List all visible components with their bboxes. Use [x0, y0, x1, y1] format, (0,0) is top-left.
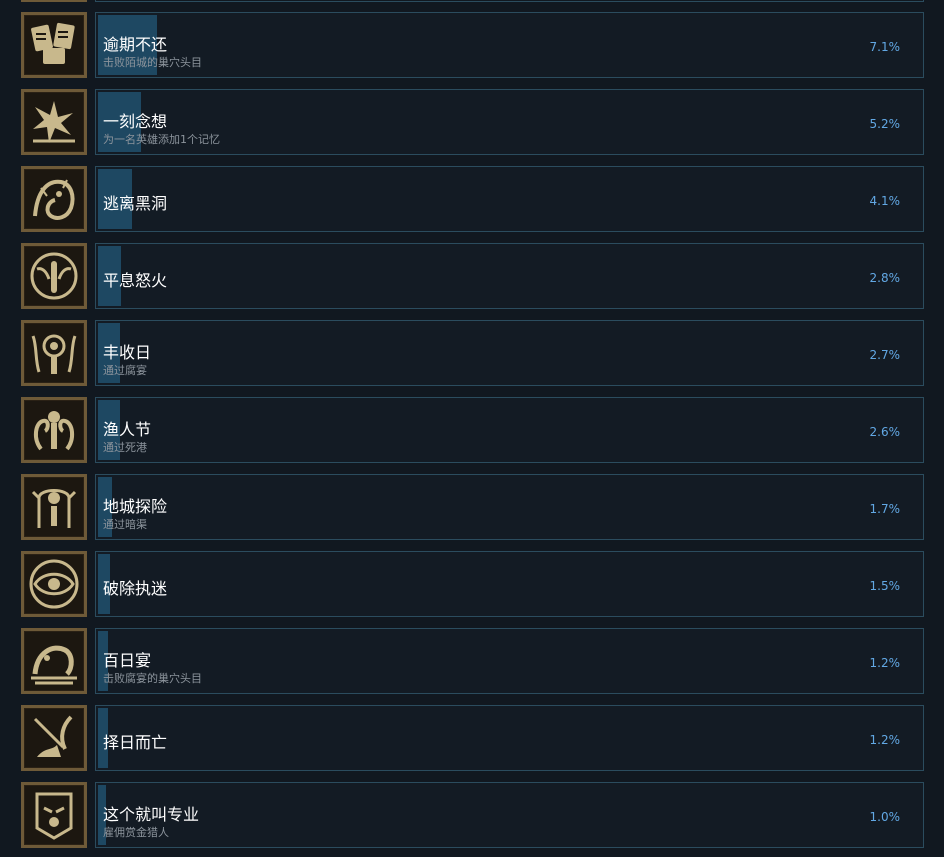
bounty-mask-icon — [35, 792, 73, 840]
achievement-icon-frame — [21, 628, 87, 694]
achievement-panel: 破除执迷 1.5% — [95, 551, 924, 617]
achievement-title: 渔人节 — [103, 420, 152, 439]
achievement-panel: 平息怒火 2.8% — [95, 243, 924, 309]
achievement-title: 择日而亡 — [103, 733, 168, 752]
achievement-description: 雇佣赏金猎人 — [103, 826, 169, 839]
achievement-panel: 百日宴击败腐宴的巢穴头目 1.2% — [95, 628, 924, 694]
memory-burst-icon — [33, 101, 75, 143]
achievement-icon-frame — [21, 243, 87, 309]
unlock-percent: 1.0% — [869, 810, 901, 824]
dungeon-totem-icon — [31, 489, 77, 528]
achievement-icon-frame — [21, 12, 87, 78]
calm-figure-icon — [30, 252, 78, 300]
unlock-percent: 4.1% — [869, 194, 901, 208]
achievement-title: 破除执迷 — [103, 579, 168, 598]
harvest-eye-icon — [31, 334, 77, 374]
achievement-description: 通过死港 — [103, 441, 147, 454]
beast-icon — [31, 645, 77, 685]
eye-icon — [29, 559, 79, 609]
achievement-description: 击败腐宴的巢穴头目 — [103, 672, 202, 685]
achievement-panel: 逃离黑洞 4.1% — [95, 166, 924, 232]
achievement-row: 百日宴击败腐宴的巢穴头目 1.2% — [0, 628, 944, 694]
achievement-row: 逃离黑洞 4.1% — [0, 166, 944, 232]
achievement-title: 地城探险 — [103, 497, 168, 516]
achievement-row: 这个就叫专业雇佣赏金猎人 1.0% — [0, 782, 944, 848]
fallen-blade-icon — [33, 715, 73, 757]
achievement-panel: 渔人节通过死港 2.6% — [95, 397, 924, 463]
unlock-percent: 2.8% — [869, 271, 901, 285]
achievement-panel: 地城探险通过暗渠 1.7% — [95, 474, 924, 540]
unlock-percent: 2.7% — [869, 348, 901, 362]
achievement-icon-frame — [21, 89, 87, 155]
previous-item-icon-edge — [21, 0, 87, 2]
monster-face-icon — [33, 179, 75, 220]
achievement-description: 为一名英雄添加1个记忆 — [103, 133, 220, 146]
achievement-icon-frame — [21, 320, 87, 386]
achievement-panel: 一刻念想为一名英雄添加1个记忆 5.2% — [95, 89, 924, 155]
achievement-description: 通过暗渠 — [103, 518, 147, 531]
achievement-row: 平息怒火 2.8% — [0, 243, 944, 309]
achievement-row: 渔人节通过死港 2.6% — [0, 397, 944, 463]
unlock-percent: 7.1% — [869, 40, 901, 54]
unlock-percent: 2.6% — [869, 425, 901, 439]
achievement-panel: 择日而亡 1.2% — [95, 705, 924, 771]
achievement-title: 逾期不还 — [103, 35, 168, 54]
achievement-description: 通过腐宴 — [103, 364, 147, 377]
achievement-row: 破除执迷 1.5% — [0, 551, 944, 617]
achievement-row: 一刻念想为一名英雄添加1个记忆 5.2% — [0, 89, 944, 155]
tentacles-icon — [34, 411, 74, 451]
achievement-icon-frame — [21, 397, 87, 463]
achievement-title: 一刻念想 — [103, 112, 168, 131]
unlock-percent: 5.2% — [869, 117, 901, 131]
achievement-description: 击败陌城的巢穴头目 — [103, 56, 202, 69]
achievement-list: 逾期不还击败陌城的巢穴头目 7.1% 一刻念想为一名英雄添加1个记忆 5.2% 逃离黑洞… — [0, 0, 944, 857]
achievement-row: 择日而亡 1.2% — [0, 705, 944, 771]
achievement-icon-frame — [21, 705, 87, 771]
previous-item-edge — [95, 0, 924, 2]
achievement-panel: 这个就叫专业雇佣赏金猎人 1.0% — [95, 782, 924, 848]
achievement-panel: 丰收日通过腐宴 2.7% — [95, 320, 924, 386]
unlock-percent: 1.5% — [869, 579, 901, 593]
achievement-panel: 逾期不还击败陌城的巢穴头目 7.1% — [95, 12, 924, 78]
achievement-row: 逾期不还击败陌城的巢穴头目 7.1% — [0, 12, 944, 78]
achievement-row: 丰收日通过腐宴 2.7% — [0, 320, 944, 386]
achievement-row: 地城探险通过暗渠 1.7% — [0, 474, 944, 540]
achievement-title: 丰收日 — [103, 343, 152, 362]
achievement-icon-frame — [21, 166, 87, 232]
scrolls-icon — [31, 22, 75, 64]
achievement-title: 平息怒火 — [103, 271, 168, 290]
achievement-title: 逃离黑洞 — [103, 194, 168, 213]
achievement-title: 百日宴 — [103, 651, 152, 670]
unlock-percent: 1.2% — [869, 656, 901, 670]
achievement-title: 这个就叫专业 — [103, 805, 200, 824]
unlock-percent: 1.7% — [869, 502, 901, 516]
achievement-icon-frame — [21, 474, 87, 540]
unlock-percent: 1.2% — [869, 733, 901, 747]
achievement-icon-frame — [21, 782, 87, 848]
achievement-icon-frame — [21, 551, 87, 617]
